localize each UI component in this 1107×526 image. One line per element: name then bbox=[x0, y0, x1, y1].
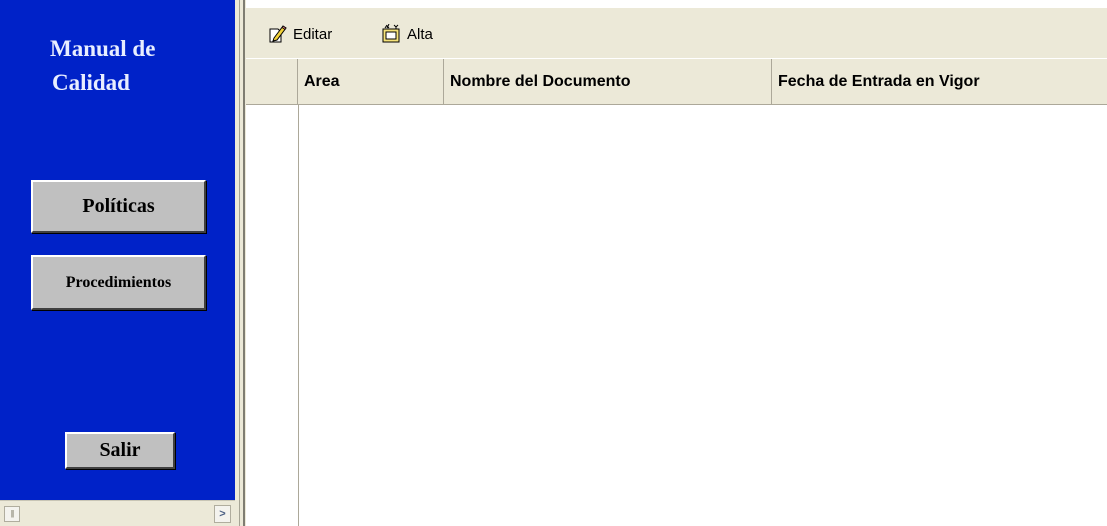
splitter-shadow bbox=[243, 0, 245, 526]
column-header-area[interactable]: Area bbox=[298, 59, 444, 105]
politicas-button[interactable]: Políticas bbox=[31, 180, 206, 233]
navigation-panel: Manual de Calidad Políticas Procedimient… bbox=[0, 0, 235, 526]
app-title: Manual de Calidad bbox=[0, 32, 235, 100]
app-title-line1: Manual de bbox=[50, 36, 156, 61]
column-header-nombre[interactable]: Nombre del Documento bbox=[444, 59, 772, 105]
chevron-right-icon[interactable]: > bbox=[214, 505, 231, 523]
alta-button[interactable]: Alta bbox=[381, 23, 433, 44]
new-record-icon bbox=[381, 23, 401, 44]
procedimientos-button[interactable]: Procedimientos bbox=[31, 255, 206, 310]
app-title-line2: Calidad bbox=[52, 70, 130, 95]
horizontal-scrollbar[interactable]: ||| > bbox=[0, 500, 235, 526]
row-selector-divider bbox=[298, 105, 299, 526]
row-selector-header[interactable] bbox=[246, 59, 298, 105]
frame-splitter[interactable] bbox=[235, 0, 246, 526]
grip-icon[interactable]: ||| bbox=[4, 506, 20, 522]
grid-header: Area Nombre del Documento Fecha de Entra… bbox=[246, 58, 1107, 105]
toolbar: Editar Alta bbox=[246, 8, 1107, 58]
column-header-fecha[interactable]: Fecha de Entrada en Vigor bbox=[772, 59, 1107, 105]
edit-button[interactable]: Editar bbox=[267, 24, 332, 44]
grid-body[interactable] bbox=[246, 105, 1107, 526]
salir-button[interactable]: Salir bbox=[65, 432, 175, 469]
navigation-background: Manual de Calidad Políticas Procedimient… bbox=[0, 0, 235, 500]
alta-label: Alta bbox=[407, 25, 433, 43]
edit-label: Editar bbox=[293, 25, 333, 43]
splitter-line bbox=[239, 0, 240, 526]
edit-pencil-icon bbox=[267, 24, 287, 44]
